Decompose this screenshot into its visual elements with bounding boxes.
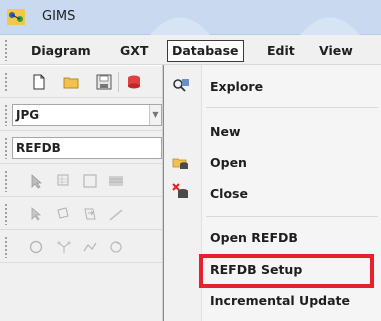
connect-tool-icon[interactable] bbox=[82, 239, 98, 255]
line-tool-icon[interactable] bbox=[108, 206, 124, 222]
rotate-tool-icon[interactable] bbox=[108, 239, 124, 255]
menu-separator bbox=[206, 216, 378, 217]
menubar-grip[interactable] bbox=[4, 39, 8, 61]
pattern-icon[interactable] bbox=[108, 173, 124, 189]
toolbar-grip[interactable] bbox=[4, 104, 8, 126]
vertex-toolbar bbox=[0, 231, 165, 263]
move-shape-icon[interactable] bbox=[82, 206, 98, 222]
open-database-icon bbox=[172, 158, 188, 169]
new-file-icon[interactable] bbox=[31, 74, 47, 90]
node-pointer-icon[interactable] bbox=[28, 206, 44, 222]
title-bar: GIMS bbox=[0, 0, 381, 35]
circle-tool-icon[interactable] bbox=[28, 239, 44, 255]
menu-diagram[interactable]: Diagram bbox=[31, 41, 91, 61]
database-icon[interactable] bbox=[126, 74, 142, 90]
menu-item-incremental-update[interactable]: Incremental Update bbox=[210, 293, 350, 308]
toolbar-grip[interactable] bbox=[4, 72, 8, 92]
save-icon[interactable] bbox=[96, 74, 112, 90]
menu-edit[interactable]: Edit bbox=[267, 41, 295, 61]
toolbar-grip[interactable] bbox=[4, 236, 8, 258]
menu-database[interactable]: Database bbox=[167, 40, 244, 62]
standard-toolbar bbox=[0, 66, 165, 98]
menu-item-new[interactable]: New bbox=[210, 124, 241, 139]
menu-view[interactable]: View bbox=[319, 41, 353, 61]
toolbar-area: JPG ▼ REFDB bbox=[0, 66, 165, 321]
grid-select-icon[interactable] bbox=[56, 173, 72, 189]
title-bar-decoration bbox=[150, 17, 210, 35]
close-database-icon bbox=[172, 183, 188, 198]
format-toolbar: JPG ▼ bbox=[0, 99, 165, 131]
toolbar-grip[interactable] bbox=[4, 170, 8, 192]
frame-icon[interactable] bbox=[82, 173, 98, 189]
window-title: GIMS bbox=[42, 9, 76, 24]
polygon-select-icon[interactable] bbox=[56, 206, 72, 222]
title-bar-decoration bbox=[300, 17, 360, 35]
database-toolbar: REFDB bbox=[0, 132, 165, 164]
toolbar-grip[interactable] bbox=[4, 203, 8, 225]
drawing-toolbar bbox=[0, 165, 165, 197]
database-select-value: REFDB bbox=[16, 141, 61, 155]
refdb-setup-highlight bbox=[199, 254, 374, 288]
menu-bar: Diagram GXT Database Edit View bbox=[0, 35, 381, 65]
explore-icon bbox=[173, 79, 189, 92]
menu-separator bbox=[206, 107, 378, 108]
app-logo-icon bbox=[7, 9, 25, 25]
menu-item-explore[interactable]: Explore bbox=[210, 79, 263, 94]
menu-item-open[interactable]: Open bbox=[210, 155, 247, 170]
shape-toolbar bbox=[0, 198, 165, 230]
toolbar-separator bbox=[118, 72, 119, 92]
menu-item-close[interactable]: Close bbox=[210, 186, 248, 201]
toolbar-grip[interactable] bbox=[4, 137, 8, 159]
menu-item-open-refdb[interactable]: Open REFDB bbox=[210, 230, 298, 245]
format-select-value: JPG bbox=[16, 108, 40, 122]
chevron-down-icon[interactable]: ▼ bbox=[149, 105, 161, 125]
open-folder-icon[interactable] bbox=[63, 74, 79, 90]
select-pointer-icon[interactable] bbox=[28, 173, 44, 189]
menu-gxt[interactable]: GXT bbox=[120, 41, 148, 61]
format-select[interactable]: JPG ▼ bbox=[12, 104, 162, 126]
network-tool-icon[interactable] bbox=[56, 239, 72, 255]
database-select[interactable]: REFDB bbox=[12, 137, 162, 159]
